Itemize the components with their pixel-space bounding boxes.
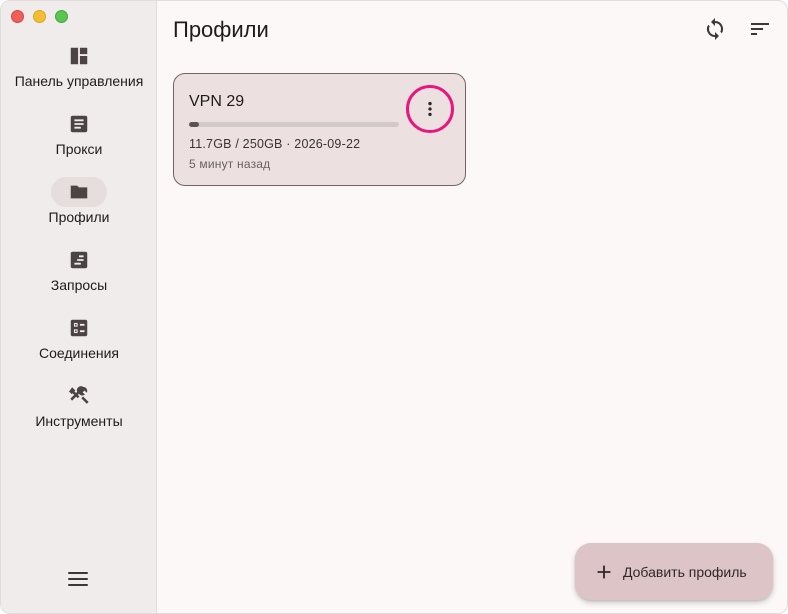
app-window: Панель управления Прокси Профили Запросы	[0, 0, 788, 614]
zoom-window-button[interactable]	[55, 10, 68, 23]
folder-icon	[70, 185, 88, 199]
checklist-icon	[70, 319, 88, 337]
sort-button[interactable]	[748, 17, 772, 41]
sync-icon	[706, 18, 724, 40]
minimize-window-button[interactable]	[33, 10, 46, 23]
requests-icon	[70, 251, 88, 269]
main-content: Профили VPN 29 11.7GB / 250GB · 2026-09-…	[158, 1, 787, 613]
hamburger-menu-icon[interactable]	[67, 570, 89, 588]
plus-icon	[597, 565, 611, 578]
sidebar-item-label: Профили	[48, 209, 110, 225]
article-icon	[70, 115, 88, 133]
sidebar-item-label: Запросы	[50, 277, 108, 293]
sidebar-item-label: Соединения	[38, 345, 119, 361]
sidebar-item-connections[interactable]: Соединения	[1, 313, 157, 361]
close-window-button[interactable]	[11, 10, 24, 23]
sync-button[interactable]	[703, 17, 727, 41]
profile-more-button[interactable]	[406, 85, 454, 133]
more-vertical-icon	[428, 101, 432, 117]
sidebar-item-tools[interactable]: Инструменты	[1, 381, 157, 429]
sidebar-item-label: Инструменты	[35, 413, 123, 429]
profile-name: VPN 29	[189, 93, 245, 110]
sidebar-item-requests[interactable]: Запросы	[1, 245, 157, 293]
sidebar-item-proxies[interactable]: Прокси	[1, 109, 157, 157]
profile-card[interactable]: VPN 29 11.7GB / 250GB · 2026-09-22 5 мин…	[173, 73, 466, 186]
dashboard-icon	[70, 47, 88, 65]
add-profile-button[interactable]: Добавить профиль	[575, 543, 773, 600]
profile-updated-time: 5 минут назад	[189, 157, 271, 171]
sidebar: Панель управления Прокси Профили Запросы	[1, 1, 157, 613]
usage-progress-bar	[189, 122, 399, 127]
sidebar-item-label: Панель управления	[14, 73, 144, 89]
sidebar-item-label: Прокси	[55, 141, 103, 157]
sidebar-item-profiles[interactable]: Профили	[1, 177, 157, 225]
profile-usage: 11.7GB / 250GB · 2026-09-22	[189, 137, 361, 151]
add-profile-label: Добавить профиль	[623, 563, 747, 580]
sidebar-item-dashboard[interactable]: Панель управления	[1, 41, 157, 89]
sort-icon	[751, 23, 769, 35]
tools-icon	[68, 386, 89, 404]
usage-progress-fill	[189, 122, 199, 127]
page-title: Профили	[173, 17, 269, 42]
window-controls	[11, 10, 68, 23]
